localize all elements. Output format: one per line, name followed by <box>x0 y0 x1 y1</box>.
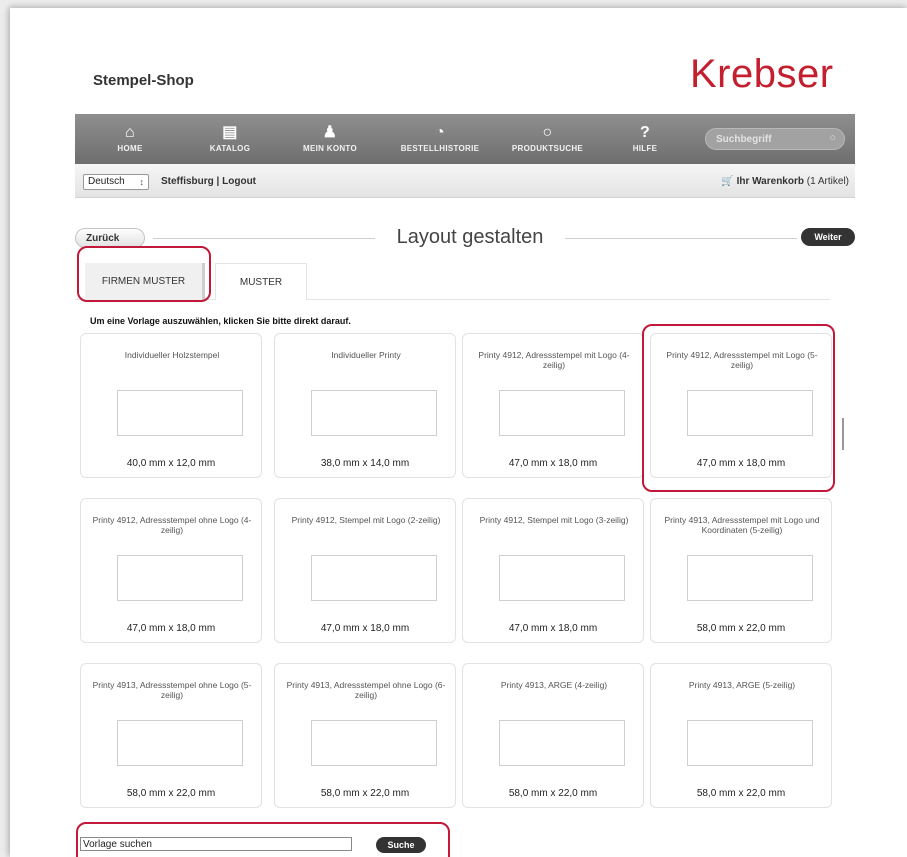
template-preview <box>311 390 437 436</box>
divider <box>565 238 797 239</box>
search-button[interactable]: Suche <box>376 837 426 853</box>
tab-muster[interactable]: MUSTER <box>215 263 307 300</box>
template-card[interactable]: Printy 4913, Adressstempel mit Logo und … <box>650 498 832 643</box>
nav-label: BESTELLHISTORIE <box>400 144 480 153</box>
template-card[interactable]: Printy 4912, Stempel mit Logo (3-zeilig)… <box>462 498 644 643</box>
nav-item-produktsuche[interactable]: ○ PRODUKTSUCHE <box>495 114 600 164</box>
nav-item-home[interactable]: ⌂ HOME <box>85 114 175 164</box>
template-title: Printy 4912, Stempel mit Logo (3-zeilig) <box>479 515 629 525</box>
select-arrows-icon: ↕ <box>139 177 145 187</box>
template-title: Individueller Printy <box>331 350 401 360</box>
template-preview <box>117 555 243 601</box>
shop-title: Stempel-Shop <box>93 72 194 89</box>
template-size: 47,0 mm x 18,0 mm <box>508 623 598 634</box>
page: Stempel-Shop Krebser ⌂ HOME ▤ KATALOG ♟ … <box>10 8 907 857</box>
template-preview <box>499 390 625 436</box>
template-title: Printy 4913, Adressstempel mit Logo und … <box>664 515 820 535</box>
template-size: 47,0 mm x 18,0 mm <box>320 623 410 634</box>
template-card[interactable]: Printy 4913, Adressstempel ohne Logo (6-… <box>274 663 456 808</box>
nav-label: MEIN KONTO <box>303 144 357 153</box>
search-icon: ○ <box>542 124 553 141</box>
search-icon[interactable]: ○ <box>829 132 836 144</box>
template-title: Printy 4913, Adressstempel ohne Logo (5-… <box>92 680 252 700</box>
template-preview <box>687 390 813 436</box>
language-select[interactable]: Deutsch ↕ <box>83 174 149 190</box>
template-preview <box>499 720 625 766</box>
template-preview <box>311 720 437 766</box>
instruction-text: Um eine Vorlage auszuwählen, klicken Sie… <box>90 316 351 326</box>
template-search-input[interactable] <box>80 837 352 851</box>
cart-link[interactable]: 🛒 Ihr Warenkorb (1 Artikel) <box>721 176 849 187</box>
nav-label: HILFE <box>632 144 658 153</box>
help-icon: ? <box>639 124 651 141</box>
template-size: 58,0 mm x 22,0 mm <box>508 788 598 799</box>
cart-icon: 🛒 <box>721 176 734 187</box>
home-icon: ⌂ <box>125 124 135 141</box>
clock-icon: ◔ <box>435 124 445 141</box>
cart-count: (1 Artikel) <box>806 176 849 187</box>
nav-item-katalog[interactable]: ▤ KATALOG <box>185 114 275 164</box>
page-title: Layout gestalten <box>396 226 544 248</box>
user-icon: ♟ <box>322 124 338 141</box>
template-size: 38,0 mm x 14,0 mm <box>320 458 410 469</box>
template-size: 58,0 mm x 22,0 mm <box>126 788 216 799</box>
tab-bar: FIRMEN MUSTER MUSTER <box>75 263 855 303</box>
template-size: 40,0 mm x 12,0 mm <box>126 458 216 469</box>
template-size: 47,0 mm x 18,0 mm <box>696 458 786 469</box>
template-title: Printy 4913, Adressstempel ohne Logo (6-… <box>286 680 446 700</box>
template-card[interactable]: Printy 4913, ARGE (4-zeilig) 58,0 mm x 2… <box>462 663 644 808</box>
template-title: Individueller Holzstempel <box>124 350 220 360</box>
title-row: Zurück Layout gestalten Weiter <box>75 223 855 253</box>
template-title: Printy 4912, Adressstempel mit Logo (5-z… <box>666 350 818 370</box>
template-preview <box>687 720 813 766</box>
nav-item-hilfe[interactable]: ? HILFE <box>600 114 690 164</box>
template-size: 47,0 mm x 18,0 mm <box>126 623 216 634</box>
user-links[interactable]: Steffisburg | Logout <box>161 176 256 187</box>
nav-search-input[interactable] <box>716 132 816 146</box>
template-size: 58,0 mm x 22,0 mm <box>320 788 410 799</box>
template-card[interactable]: Printy 4913, ARGE (5-zeilig) 58,0 mm x 2… <box>650 663 832 808</box>
template-title: Printy 4912, Stempel mit Logo (2-zeilig) <box>291 515 441 525</box>
template-size: 58,0 mm x 22,0 mm <box>696 788 786 799</box>
nav-item-mein-konto[interactable]: ♟ MEIN KONTO <box>285 114 375 164</box>
brand-logo[interactable]: Krebser <box>690 52 834 97</box>
template-preview <box>117 720 243 766</box>
cart-label: Ihr Warenkorb <box>736 176 804 187</box>
template-card[interactable]: Printy 4913, Adressstempel ohne Logo (5-… <box>80 663 262 808</box>
next-button[interactable]: Weiter <box>801 228 855 246</box>
template-preview <box>687 555 813 601</box>
template-title: Printy 4912, Adressstempel ohne Logo (4-… <box>92 515 252 535</box>
template-card[interactable]: Individueller Printy 38,0 mm x 14,0 mm <box>274 333 456 478</box>
sub-bar: Deutsch ↕ Steffisburg | Logout 🛒 Ihr War… <box>75 164 855 198</box>
nav-label: KATALOG <box>209 144 251 153</box>
template-size: 58,0 mm x 22,0 mm <box>696 623 786 634</box>
divider <box>153 238 375 239</box>
template-search: Suche <box>80 837 445 857</box>
main-nav: ⌂ HOME ▤ KATALOG ♟ MEIN KONTO ◔ BESTELLH… <box>75 114 855 164</box>
template-card[interactable]: Individueller Holzstempel 40,0 mm x 12,0… <box>80 333 262 478</box>
nav-search-box: ○ <box>705 128 845 150</box>
nav-item-bestellhistorie[interactable]: ◔ BESTELLHISTORIE <box>385 114 495 164</box>
scroll-indicator[interactable] <box>842 418 844 450</box>
nav-label: PRODUKTSUCHE <box>511 144 584 153</box>
tab-firmen-muster[interactable]: FIRMEN MUSTER <box>85 263 205 300</box>
template-preview <box>311 555 437 601</box>
template-card[interactable]: Printy 4912, Adressstempel ohne Logo (4-… <box>80 498 262 643</box>
template-preview <box>499 555 625 601</box>
back-button[interactable]: Zurück <box>75 228 145 248</box>
template-title: Printy 4913, ARGE (5-zeilig) <box>688 680 796 690</box>
template-card[interactable]: Printy 4912, Stempel mit Logo (2-zeilig)… <box>274 498 456 643</box>
template-title: Printy 4913, ARGE (4-zeilig) <box>500 680 608 690</box>
template-card[interactable]: Printy 4912, Adressstempel mit Logo (5-z… <box>650 333 832 478</box>
language-value: Deutsch <box>88 176 125 187</box>
template-title: Printy 4912, Adressstempel mit Logo (4-z… <box>478 350 630 370</box>
template-size: 47,0 mm x 18,0 mm <box>508 458 598 469</box>
nav-label: HOME <box>117 144 143 153</box>
template-preview <box>117 390 243 436</box>
book-icon: ▤ <box>222 124 238 141</box>
template-card[interactable]: Printy 4912, Adressstempel mit Logo (4-z… <box>462 333 644 478</box>
